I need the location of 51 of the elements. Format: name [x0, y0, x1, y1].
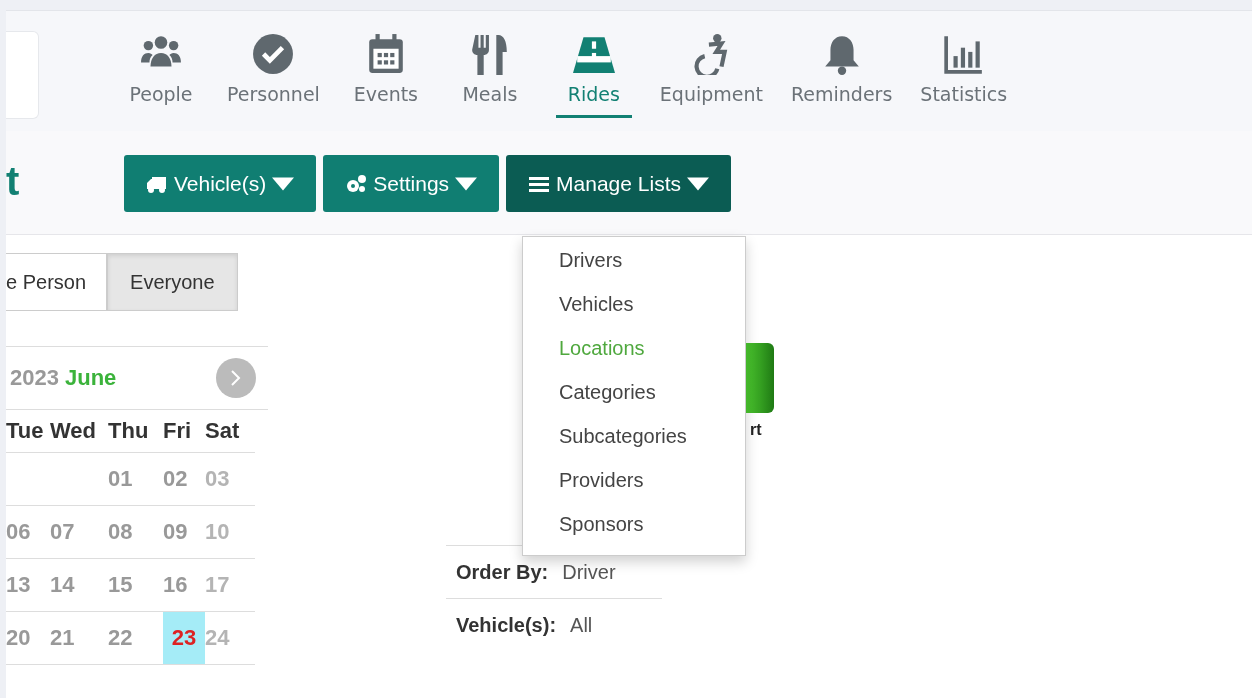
calendar-day[interactable]: 15	[108, 559, 163, 612]
weekday-header: Sat	[205, 418, 240, 444]
calendar-month: June	[64, 365, 117, 391]
weekday-header: Tue	[6, 418, 44, 444]
weekday-header: Thu	[108, 418, 149, 444]
chevron-right-icon	[230, 369, 242, 387]
filter-value: Driver	[562, 560, 616, 584]
nav-tab[interactable]: People	[109, 11, 213, 135]
calendar-day[interactable]: 21	[50, 612, 108, 665]
menu-item[interactable]: Categories	[523, 373, 745, 417]
calendar-day[interactable]: 20	[6, 612, 50, 665]
calendar-day[interactable]: 02	[163, 453, 205, 506]
calendar-day[interactable]: 13	[6, 559, 50, 612]
nav-tab[interactable]: Rides	[541, 11, 646, 135]
filter-label: Vehicle(s):	[456, 613, 557, 637]
menu-item[interactable]: Subcategories	[523, 417, 745, 461]
menu-item[interactable]: Locations	[523, 329, 745, 373]
calendar-day[interactable]: 07	[50, 506, 108, 559]
nav-tab[interactable]: Statistics	[906, 11, 1022, 135]
nav-tab[interactable]: Reminders	[777, 11, 907, 135]
calendar-year: 2023	[10, 365, 59, 391]
calendar-day[interactable]: 06	[6, 506, 50, 559]
filter-label: Order By:	[456, 560, 549, 584]
toggle-button[interactable]: e Person	[6, 253, 108, 311]
check-icon	[252, 33, 295, 75]
menu-item[interactable]: Providers	[523, 461, 745, 505]
page-title: t	[6, 158, 21, 205]
dropdown-button[interactable]: Vehicle(s)	[124, 155, 317, 212]
nav-tab[interactable]: Equipment	[645, 11, 777, 135]
nav-tab[interactable]: Personnel	[213, 11, 334, 135]
dropdown-button[interactable]: Settings	[323, 155, 500, 212]
menu-item[interactable]: Drivers	[523, 241, 745, 285]
report-label: rt	[750, 421, 762, 439]
gears-icon	[345, 173, 368, 194]
nav-tab[interactable]: Meals	[437, 11, 542, 135]
dropdown-button[interactable]: Manage Lists	[506, 155, 731, 212]
chart-icon	[942, 33, 985, 75]
weekday-header: Fri	[163, 418, 192, 444]
menu-item[interactable]: Vehicles	[523, 285, 745, 329]
calendar-day[interactable]: 01	[108, 453, 163, 506]
weekday-header: Wed	[50, 418, 97, 444]
input-field[interactable]	[6, 31, 39, 119]
calendar-day[interactable]: 14	[50, 559, 108, 612]
calendar-day[interactable]: 09	[163, 506, 205, 559]
calendar-day[interactable]: 23	[163, 612, 205, 665]
nav-tab[interactable]: Events	[333, 11, 438, 135]
next-month-button[interactable]	[216, 358, 256, 398]
toggle-button[interactable]: Everyone	[107, 253, 238, 311]
filter-value: All	[570, 613, 593, 637]
menu-item[interactable]: Sponsors	[523, 505, 745, 549]
calendar-day[interactable]: 08	[108, 506, 163, 559]
